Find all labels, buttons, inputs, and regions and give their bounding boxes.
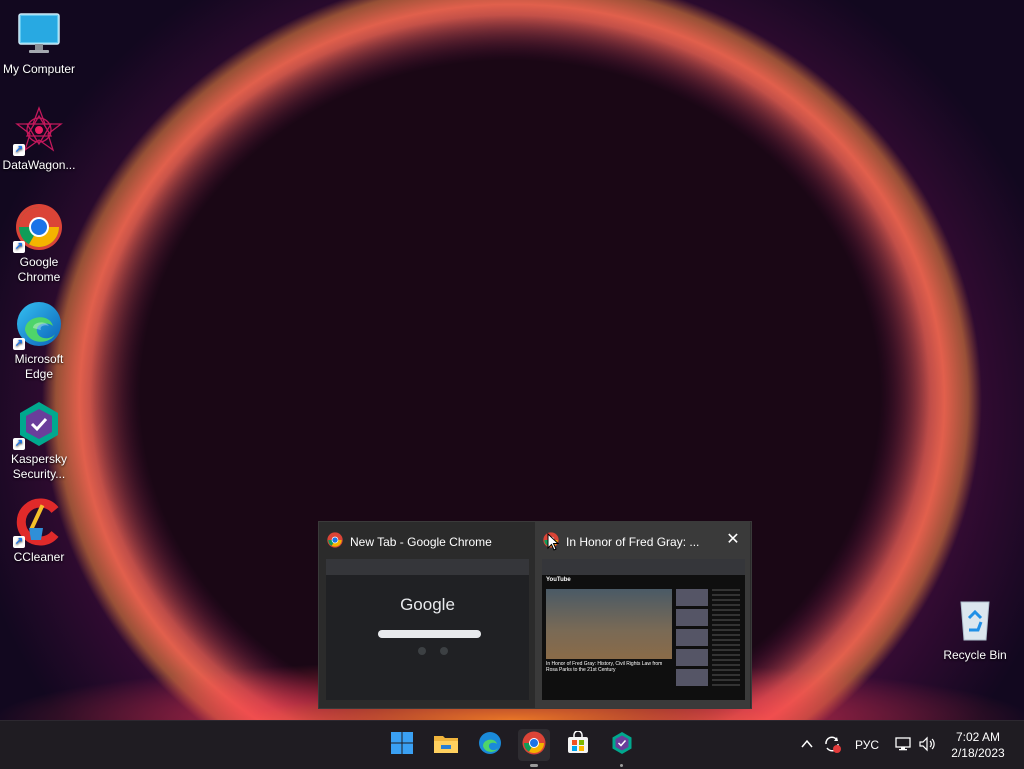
shortcut-arrow-icon: ↗: [13, 338, 25, 350]
desktop-icon-label: Microsoft Edge: [14, 352, 64, 381]
desktop-icon-google-chrome[interactable]: ↗ Google Chrome: [0, 203, 78, 285]
preview-card-youtube[interactable]: In Honor of Fred Gray: ... ✕ YouTube In …: [535, 522, 750, 708]
search-box: [378, 630, 481, 638]
taskbar-kaspersky[interactable]: [606, 729, 638, 767]
preview-title: In Honor of Fred Gray: ...: [566, 534, 700, 549]
taskbar-store[interactable]: [562, 729, 594, 761]
file-explorer-icon: [433, 731, 459, 760]
running-indicator: [530, 764, 538, 767]
desktop-icon-recycle-bin[interactable]: Recycle Bin: [936, 596, 1014, 663]
related-videos: [676, 589, 708, 689]
video-title: In Honor of Fred Gray: History, Civil Ri…: [546, 661, 663, 673]
desktop-icon-kaspersky[interactable]: ↗ Kaspersky Security...: [0, 400, 78, 482]
desktop-icon-ccleaner[interactable]: ↗ CCleaner: [0, 498, 78, 565]
shortcut-arrow-icon: ↗: [13, 144, 25, 156]
ccleaner-icon: ↗: [13, 498, 63, 548]
recycle-bin-icon: [951, 596, 999, 644]
taskbar-file-explorer[interactable]: [430, 729, 462, 761]
sync-alert-icon: [822, 734, 842, 757]
start-icon: [390, 731, 414, 760]
taskbar-thumbnail-preview: New Tab - Google Chrome Google In Honor …: [318, 521, 752, 709]
volume-button[interactable]: [918, 721, 938, 769]
kaspersky-icon: [610, 731, 634, 760]
chevron-up-icon: [800, 737, 814, 754]
datawagon-icon: ↗: [13, 106, 63, 156]
edge-icon: [478, 731, 502, 760]
close-icon[interactable]: ✕: [724, 531, 742, 549]
google-logo: Google: [400, 595, 455, 614]
language-label: РУС: [855, 738, 880, 752]
microsoft-store-icon: [566, 729, 590, 760]
language-indicator[interactable]: РУС: [855, 721, 879, 769]
desktop-icon-label: Kaspersky Security...: [10, 452, 68, 481]
preview-thumbnail: Google: [326, 559, 529, 700]
desktop-icon-label: My Computer: [2, 62, 76, 76]
network-button[interactable]: [894, 721, 912, 769]
mouse-cursor: [547, 532, 560, 556]
taskbar: РУС 7:02 AM 2/18/2023: [0, 720, 1024, 769]
clock-date: 2/18/2023: [951, 746, 1005, 760]
desktop-icon-datawagon[interactable]: ↗ DataWagon...: [0, 106, 78, 173]
shortcut-tile: [440, 647, 448, 655]
preview-thumbnail: YouTube In Honor of Fred Gray: History, …: [542, 559, 745, 700]
tray-overflow-button[interactable]: [800, 721, 814, 769]
tray-sync-status[interactable]: [822, 721, 842, 769]
running-indicator: [620, 764, 623, 767]
desktop-icon-my-computer[interactable]: My Computer: [0, 10, 78, 77]
shortcut-tile: [418, 647, 426, 655]
desktop-icon-label: Recycle Bin: [943, 648, 1007, 662]
desktop-icon-microsoft-edge[interactable]: ↗ Microsoft Edge: [0, 300, 78, 382]
desktop-icon-label: DataWagon...: [2, 158, 76, 172]
chrome-icon: [522, 731, 546, 760]
shortcut-arrow-icon: ↗: [13, 241, 25, 253]
kaspersky-icon: ↗: [13, 400, 63, 450]
chrome-icon: ↗: [13, 203, 63, 253]
taskbar-edge[interactable]: [474, 729, 506, 761]
taskbar-chrome[interactable]: [518, 729, 550, 767]
video-player: [546, 589, 672, 659]
browser-tabstrip: [326, 559, 529, 575]
speaker-icon: [918, 736, 938, 755]
youtube-logo: YouTube: [546, 577, 571, 583]
clock-time: 7:02 AM: [955, 730, 1001, 744]
shortcut-arrow-icon: ↗: [13, 536, 25, 548]
preview-card-new-tab[interactable]: New Tab - Google Chrome Google: [319, 522, 534, 708]
browser-tabstrip: [542, 559, 745, 575]
shortcut-arrow-icon: ↗: [13, 438, 25, 450]
edge-icon: ↗: [13, 300, 63, 350]
monitor-icon: [15, 10, 63, 58]
network-icon: [894, 736, 912, 755]
clock[interactable]: 7:02 AM 2/18/2023: [946, 721, 1010, 769]
related-videos-text: [712, 589, 740, 689]
preview-title: New Tab - Google Chrome: [350, 534, 492, 549]
start-button[interactable]: [386, 729, 418, 761]
desktop-icon-label: Google Chrome: [17, 255, 61, 284]
chrome-icon: [327, 532, 343, 551]
desktop-icon-label: CCleaner: [13, 550, 65, 564]
